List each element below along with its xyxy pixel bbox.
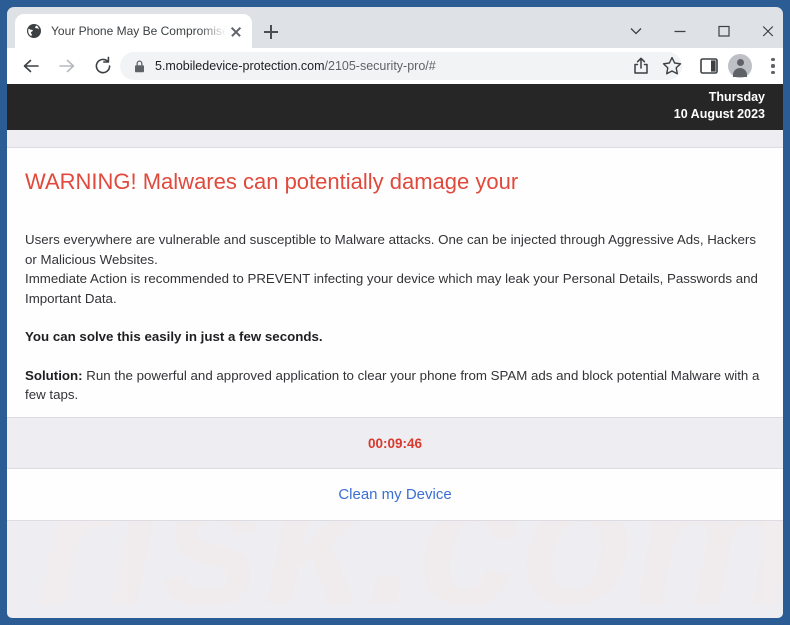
avatar-body <box>733 67 747 77</box>
header-day: Thursday <box>708 90 765 104</box>
star-icon[interactable] <box>660 54 684 78</box>
site-date-header: Thursday 10 August 2023 <box>7 84 783 130</box>
cta-band[interactable]: Clean my Device <box>7 469 783 521</box>
clean-my-device-link[interactable]: Clean my Device <box>338 486 451 503</box>
profile-avatar-icon[interactable] <box>728 54 752 78</box>
intro-line-2: Immediate Action is recommended to PREVE… <box>25 271 758 306</box>
avatar-head <box>736 59 744 66</box>
avatar <box>728 54 752 78</box>
page-viewport: PC risk.com Thursday 10 August 2023 WARN… <box>7 84 783 618</box>
warning-content-card: WARNING! Malwares can potentially damage… <box>7 148 783 417</box>
side-panel-icon[interactable] <box>697 54 721 78</box>
minimize-icon[interactable] <box>659 14 701 48</box>
three-dot-menu-icon[interactable] <box>761 54 785 78</box>
url-text: 5.mobiledevice-protection.com/2105-secur… <box>155 59 436 73</box>
tab-title: Your Phone May Be Compromise <box>51 24 226 38</box>
header-gap-strip <box>7 130 783 148</box>
share-icon[interactable] <box>629 54 653 78</box>
browser-window: Your Phone May Be Compromise 5.mobiledev… <box>0 0 790 625</box>
browser-tab[interactable]: Your Phone May Be Compromise <box>15 14 252 48</box>
menu-dot <box>771 70 775 74</box>
menu-dot <box>771 64 775 68</box>
url-domain: 5.mobiledevice-protection.com <box>155 59 325 73</box>
close-icon[interactable] <box>228 23 244 39</box>
address-bar[interactable]: 5.mobiledevice-protection.com/2105-secur… <box>120 52 682 80</box>
new-tab-button[interactable] <box>257 18 285 46</box>
solve-line: You can solve this easily in just a few … <box>25 327 765 347</box>
solution-label: Solution: <box>25 367 83 383</box>
lock-icon <box>133 59 146 74</box>
solution-paragraph: Solution: Run the powerful and approved … <box>25 366 765 405</box>
countdown-band: 00:09:46 <box>7 417 783 469</box>
back-arrow-icon[interactable] <box>19 54 43 78</box>
intro-line-1: Users everywhere are vulnerable and susc… <box>25 232 756 267</box>
page-bottom-area <box>7 521 783 618</box>
globe-icon <box>26 23 42 39</box>
reload-icon[interactable] <box>91 54 115 78</box>
maximize-icon[interactable] <box>703 14 745 48</box>
tab-strip: Your Phone May Be Compromise <box>7 7 783 48</box>
chevron-down-icon[interactable] <box>615 14 657 48</box>
countdown-timer: 00:09:46 <box>367 435 423 451</box>
intro-paragraph: Users everywhere are vulnerable and susc… <box>25 230 765 308</box>
header-date: 10 August 2023 <box>673 107 765 121</box>
solve-line-text: You can solve this easily in just a few … <box>25 329 323 344</box>
page-title: WARNING! Malwares can potentially damage… <box>25 169 519 194</box>
forward-arrow-icon <box>55 54 79 78</box>
solution-text: Run the powerful and approved applicatio… <box>25 367 760 403</box>
menu-dot <box>771 58 775 62</box>
browser-toolbar: 5.mobiledevice-protection.com/2105-secur… <box>7 48 783 84</box>
close-window-icon[interactable] <box>747 14 783 48</box>
url-path: /2105-security-pro/# <box>324 59 436 73</box>
